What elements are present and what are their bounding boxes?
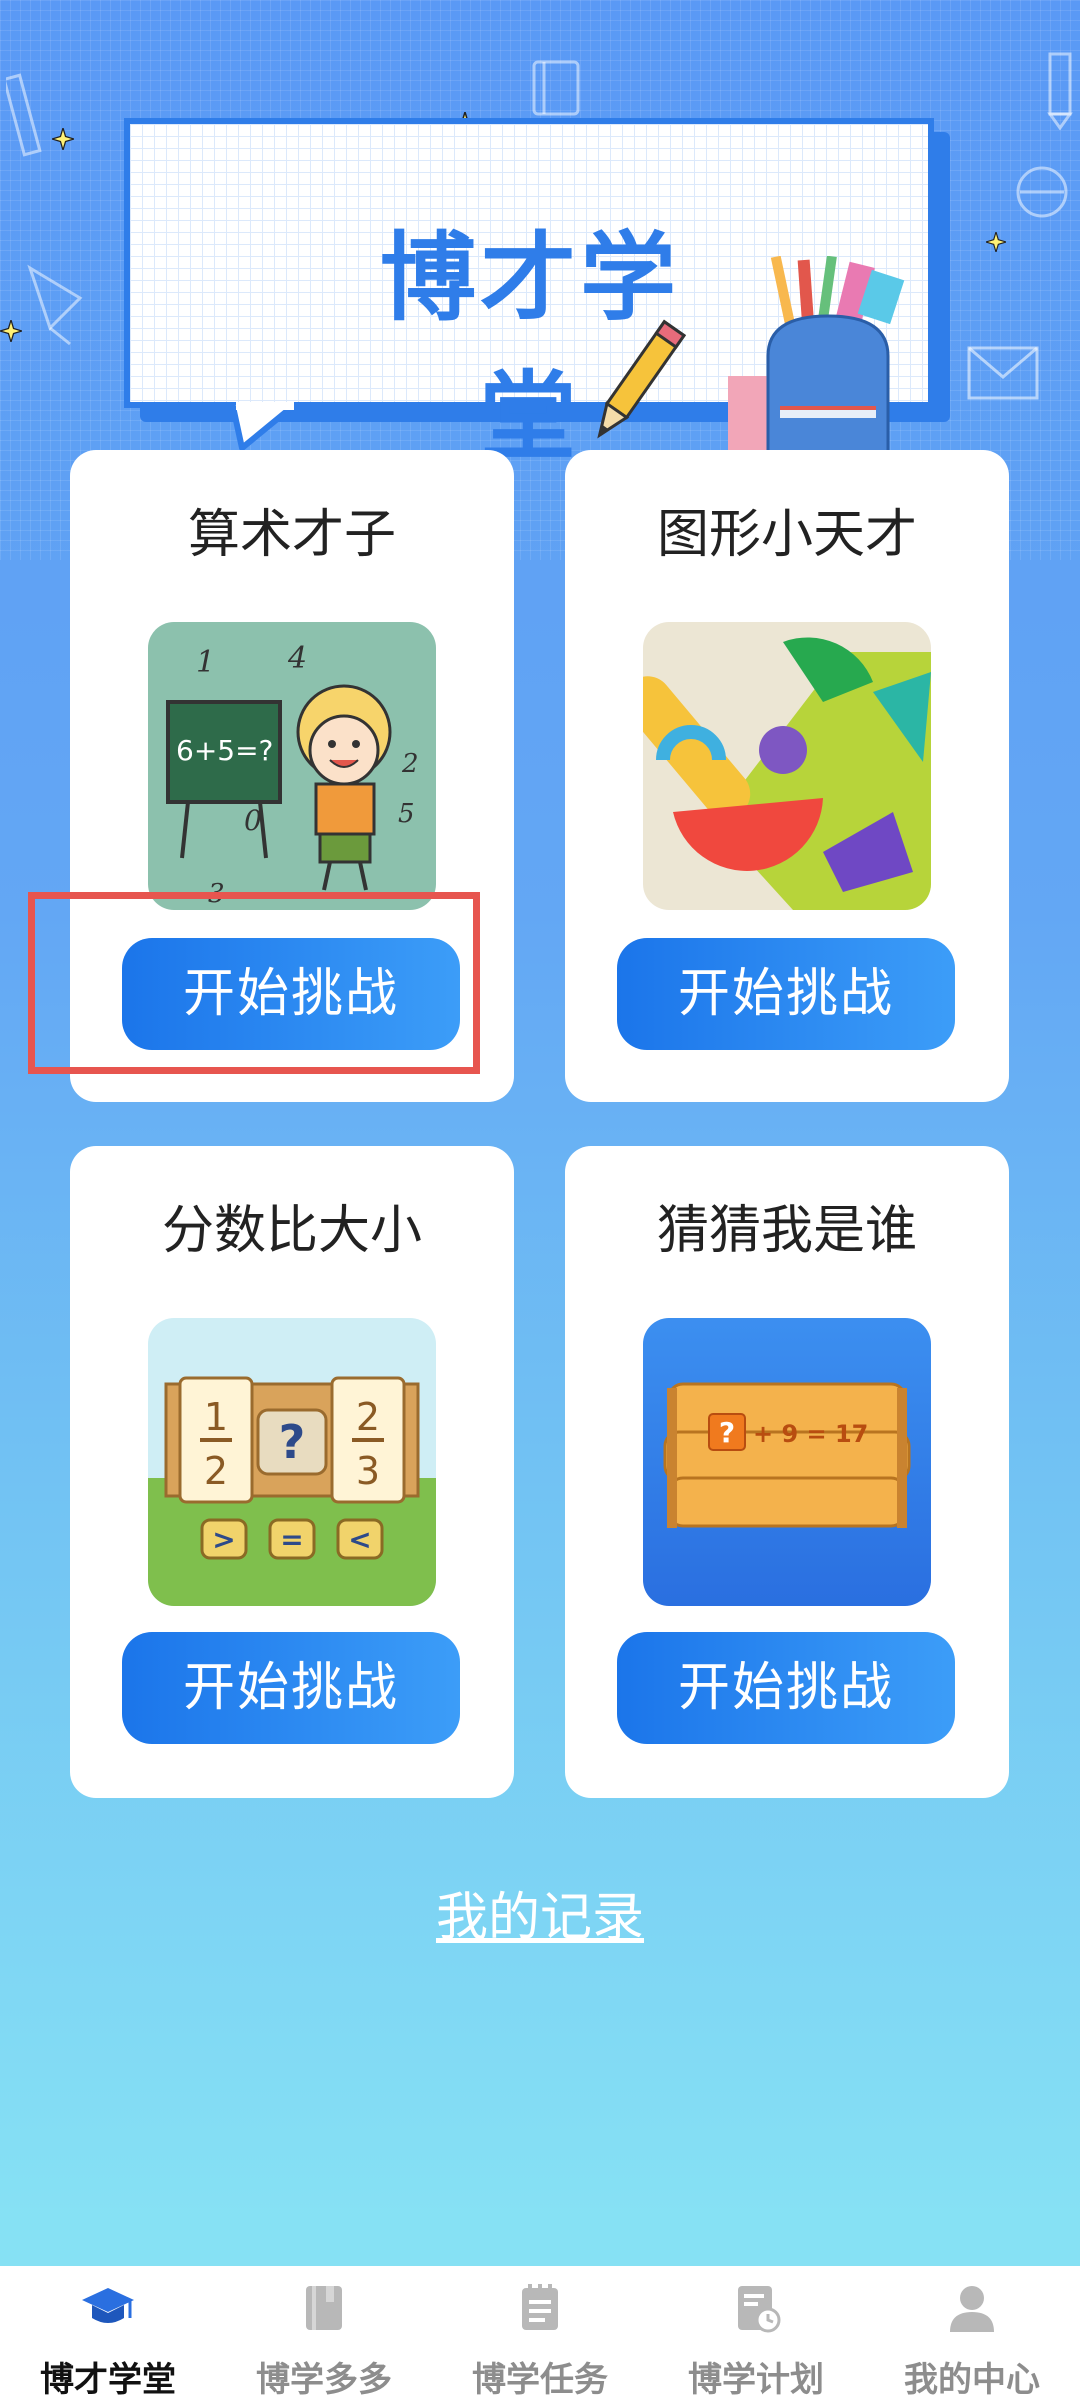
tab-wode-zhongxin[interactable]: 我的中心 [864,2266,1080,2408]
fraction-right-numerator: 2 [356,1395,380,1439]
book-icon [306,2286,342,2330]
game-card-guess: 猜猜我是谁 ? + 9 = 17 开始挑战 [565,1146,1009,1798]
highlight-box [28,892,480,1074]
guess-thumbnail[interactable]: ? + 9 = 17 [643,1318,931,1606]
pencil-doodle-icon [1047,52,1073,130]
tab-label: 博才学堂 [40,2360,176,2400]
board-equation: 6+5=? [176,734,273,767]
envelope-doodle-icon [967,346,1039,400]
fraction-question-mark: ? [279,1415,306,1469]
tab-boxue-duoduo[interactable]: 博学多多 [216,2266,432,2408]
bottom-tab-bar: 博才学堂 博学多多 博学任务 博学计划 我的中心 [0,2266,1080,2408]
arithmetic-thumbnail[interactable]: 1 4 2 5 0 3 6+5=? [148,622,436,910]
tab-boxue-jihua[interactable]: 博学计划 [648,2266,864,2408]
guess-equation: + 9 = 17 [753,1420,868,1448]
tab-bocai-xuetang[interactable]: 博才学堂 [0,2266,216,2408]
card-title: 猜猜我是谁 [656,1201,917,1261]
banner-tail [232,402,301,451]
game-card-shapes: 图形小天才 开始挑战 [565,450,1009,1102]
fractions-thumbnail[interactable]: 1 2 2 3 ? > = < [148,1318,436,1606]
start-challenge-button[interactable]: 开始挑战 [617,938,955,1050]
compare-less: < [348,1523,371,1556]
ruler-doodle-icon [6,73,42,157]
plan-clock-icon [738,2286,781,2333]
card-title: 图形小天才 [656,505,917,565]
lamp-doodle-icon [27,264,83,346]
compass-doodle-icon [1016,166,1068,218]
svg-text:1: 1 [196,645,215,680]
user-icon [950,2286,994,2332]
fraction-right-denominator: 3 [356,1449,380,1493]
compare-greater: > [212,1523,235,1556]
tab-label: 博学计划 [688,2360,824,2400]
game-card-fractions: 分数比大小 1 2 2 3 ? > = < 开始挑战 [70,1146,514,1798]
fraction-left-numerator: 1 [204,1395,228,1439]
compare-equal: = [280,1523,303,1556]
star-doodle-icon [986,232,1006,252]
fractions-illustration: 1 2 2 3 ? > = < [148,1376,436,1606]
notepad-icon [522,2284,558,2330]
graduation-cap-icon [82,2288,134,2323]
svg-text:5: 5 [398,799,415,829]
tab-label: 博学任务 [472,2360,608,2400]
my-records-link[interactable]: 我的记录 [0,1875,1080,1950]
arithmetic-illustration: 1 4 2 5 0 3 6+5=? [166,641,419,909]
svg-text:2: 2 [401,749,419,779]
card-title: 算术才子 [187,505,396,565]
shapes-illustration [643,637,931,910]
guess-question-mark: ? [719,1416,735,1449]
start-challenge-button[interactable]: 开始挑战 [122,1632,460,1744]
backpack-illustration-icon [728,256,905,456]
pencil-illustration-icon [597,319,687,439]
start-challenge-button[interactable]: 开始挑战 [617,1632,955,1744]
fraction-left-denominator: 2 [204,1449,228,1493]
shapes-thumbnail[interactable] [643,622,931,910]
svg-text:4: 4 [287,641,307,676]
tab-label: 我的中心 [904,2360,1040,2400]
tab-boxue-renwu[interactable]: 博学任务 [432,2266,648,2408]
guess-illustration: ? + 9 = 17 [663,1382,911,1528]
card-title: 分数比大小 [161,1201,422,1261]
tab-label: 博学多多 [256,2360,392,2400]
book-doodle-icon [532,60,580,116]
